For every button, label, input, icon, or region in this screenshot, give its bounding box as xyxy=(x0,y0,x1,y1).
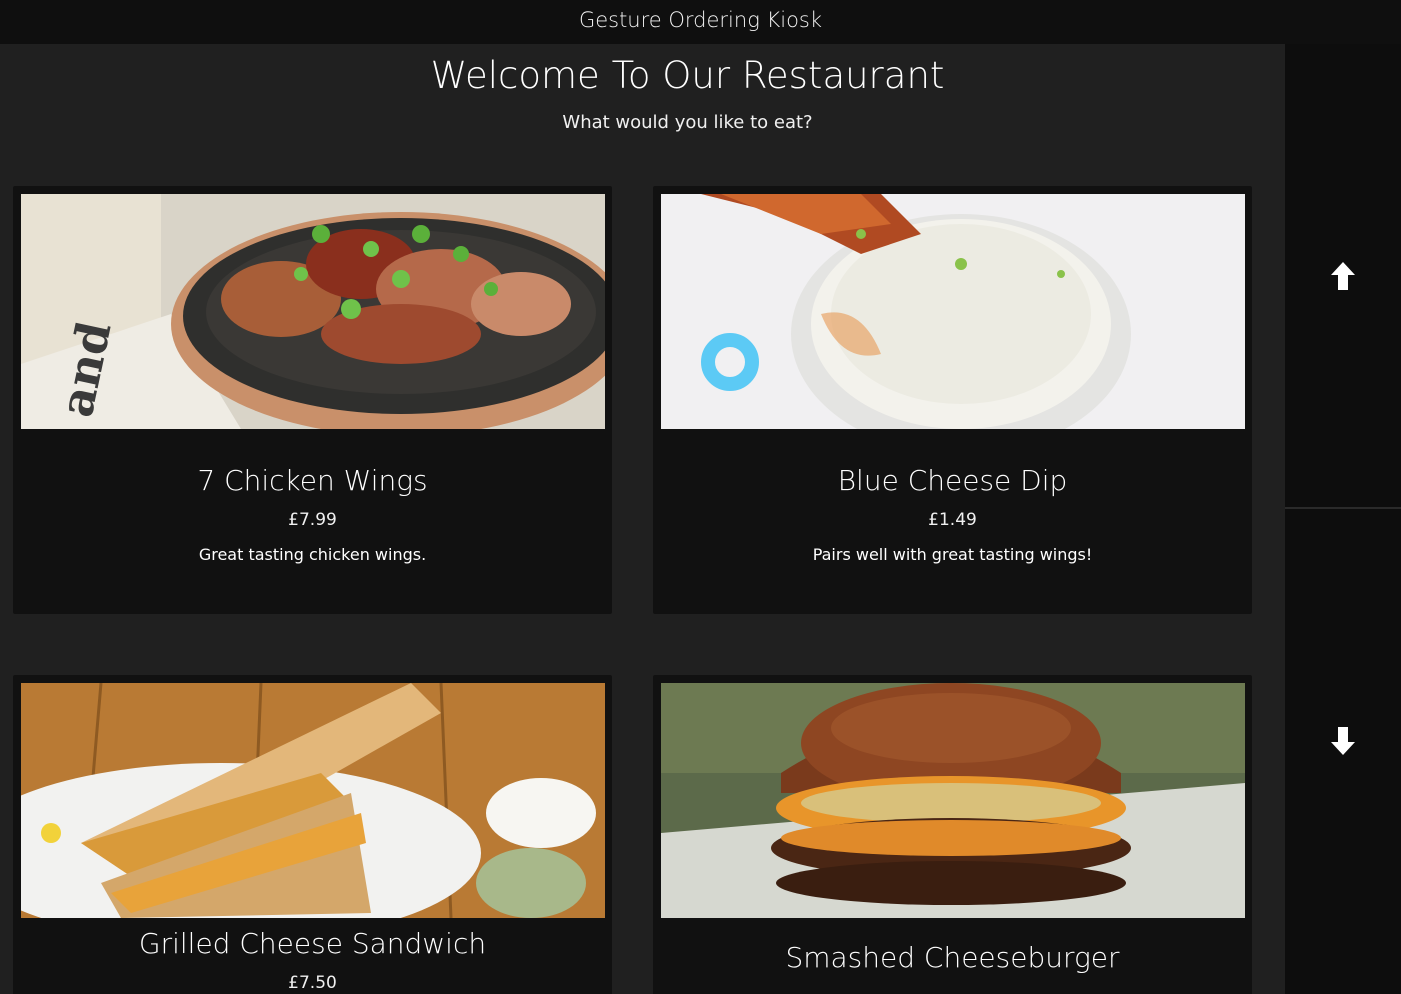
window-title-bar: Gesture Ordering Kiosk xyxy=(0,0,1401,44)
prompt-text: What would you like to eat? xyxy=(562,112,813,133)
menu-item-price: £7.50 xyxy=(288,973,337,993)
menu-item-name: 7 Chicken Wings xyxy=(197,464,428,497)
scroll-down-button[interactable] xyxy=(1285,509,1401,972)
window-title: Gesture Ordering Kiosk xyxy=(578,8,823,32)
menu-item-name: Grilled Cheese Sandwich xyxy=(138,927,487,960)
menu-item-card-chicken-wings[interactable]: and 7 Chicken Wings £7.99 Great tasting … xyxy=(13,186,612,614)
menu-item-card-grilled-cheese[interactable]: Grilled Cheese Sandwich £7.50 xyxy=(13,675,612,994)
gesture-cursor-ring xyxy=(701,333,759,391)
menu-item-card-blue-cheese-dip[interactable]: Blue Cheese Dip £1.49 Pairs well with gr… xyxy=(653,186,1252,614)
blue-cheese-dip-photo xyxy=(661,194,1245,429)
chicken-wings-photo: and xyxy=(21,194,605,429)
menu-item-price: £7.99 xyxy=(288,510,337,530)
scroll-sidebar xyxy=(1285,44,1401,994)
menu-item-card-cheeseburger[interactable]: Smashed Cheeseburger xyxy=(653,675,1252,994)
menu-item-name: Blue Cheese Dip xyxy=(837,464,1068,497)
menu-item-description: Pairs well with great tasting wings! xyxy=(812,545,1093,564)
menu-item-description: Great tasting chicken wings. xyxy=(198,545,427,564)
arrow-up-icon xyxy=(1331,261,1355,290)
welcome-heading: Welcome To Our Restaurant xyxy=(430,54,945,97)
menu-item-price: £1.49 xyxy=(928,510,977,530)
cheeseburger-photo xyxy=(661,683,1245,918)
arrow-down-icon xyxy=(1331,726,1355,755)
menu-item-name: Smashed Cheeseburger xyxy=(785,941,1120,974)
menu-scroll-area[interactable]: Welcome To Our Restaurant What would you… xyxy=(0,44,1285,994)
grilled-cheese-photo xyxy=(21,683,605,918)
scroll-up-button[interactable] xyxy=(1285,44,1401,507)
